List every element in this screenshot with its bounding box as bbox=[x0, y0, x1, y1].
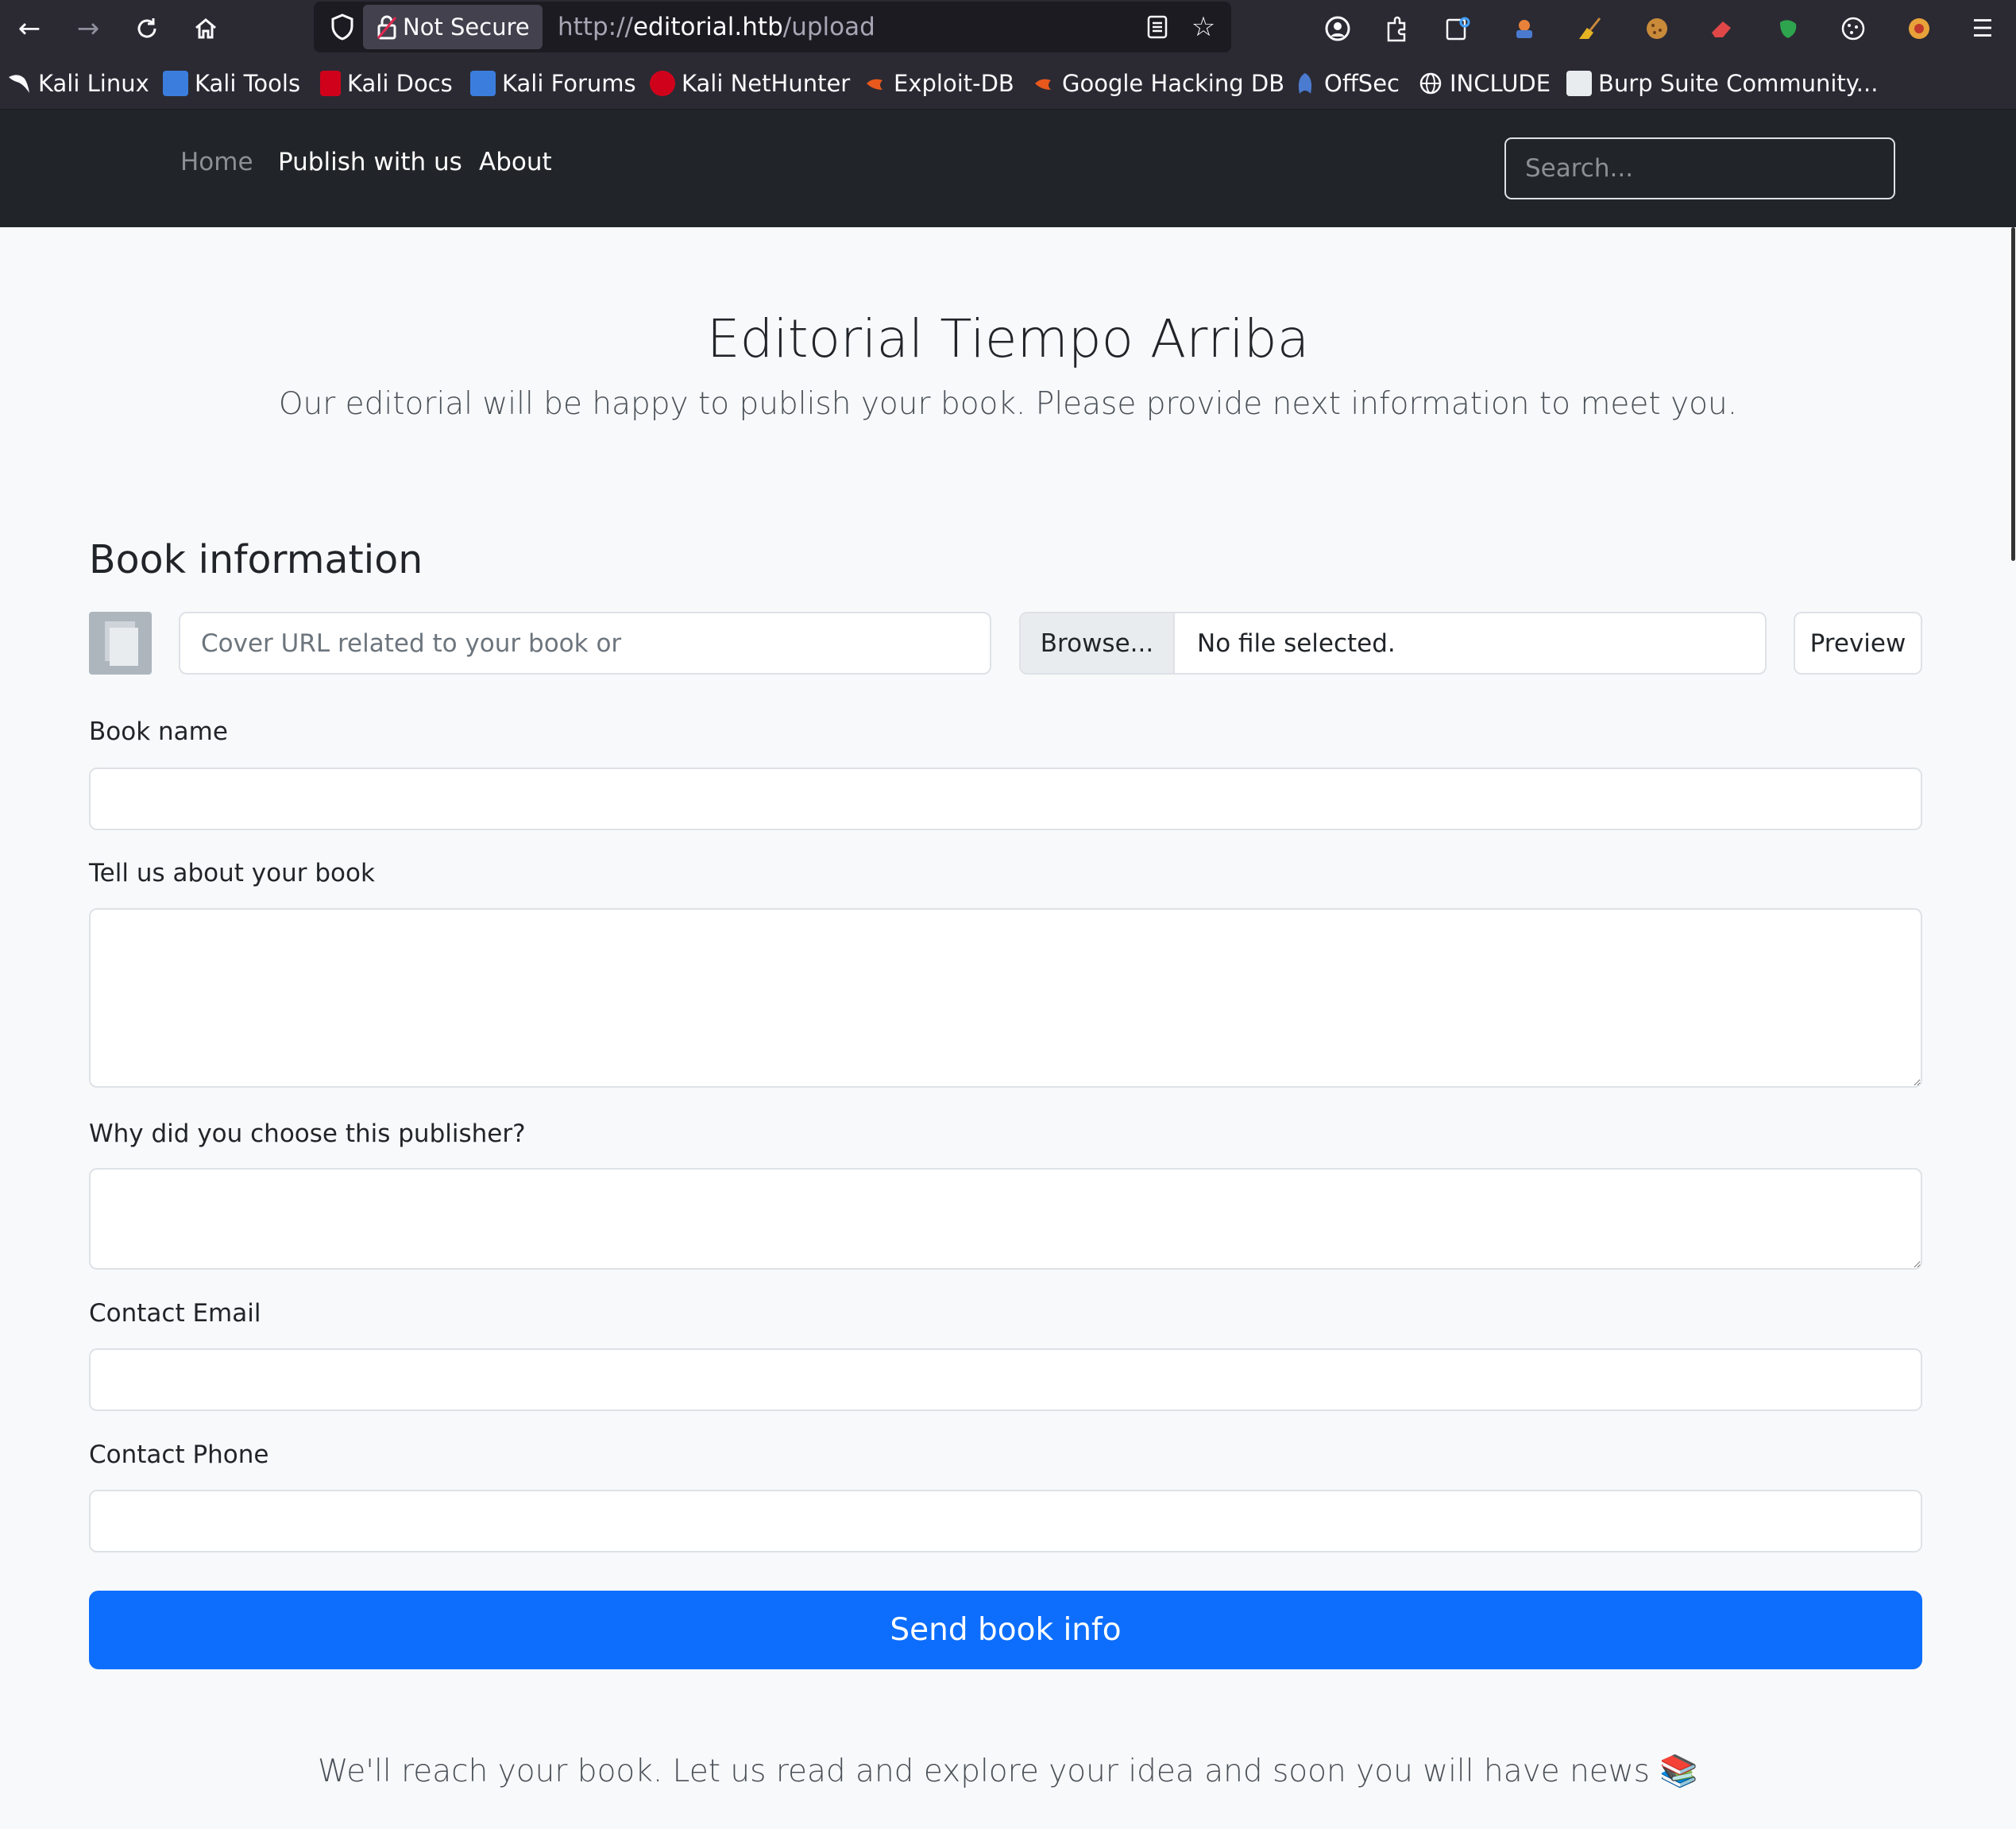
bookmark-kali-docs[interactable]: Kali Docs bbox=[320, 67, 453, 100]
cookie-editor-icon[interactable] bbox=[1833, 8, 1874, 49]
url-path: /upload bbox=[782, 13, 875, 41]
url-scheme: http:// bbox=[558, 13, 633, 41]
kali-docs-icon bbox=[320, 71, 341, 96]
bookmark-kali-nethunter[interactable]: Kali NetHunter bbox=[650, 67, 850, 100]
eraser-icon[interactable] bbox=[1701, 8, 1743, 49]
why-publisher-label: Why did you choose this publisher? bbox=[89, 1119, 526, 1148]
site-navbar: Home Publish with us About bbox=[0, 110, 2016, 227]
account-icon[interactable] bbox=[1317, 8, 1358, 49]
file-status-text: No file selected. bbox=[1197, 628, 1396, 658]
shield-icon[interactable] bbox=[325, 10, 360, 44]
bookmark-include[interactable]: INCLUDE bbox=[1418, 67, 1551, 100]
cover-url-input[interactable] bbox=[179, 612, 991, 675]
contact-email-label: Contact Email bbox=[89, 1299, 261, 1328]
bookmark-kali-linux[interactable]: Kali Linux bbox=[6, 67, 149, 100]
kali-tools-icon bbox=[163, 71, 188, 96]
bookmark-kali-tools[interactable]: Kali Tools bbox=[163, 67, 300, 100]
offsec-icon bbox=[1292, 71, 1318, 96]
forward-arrow-icon[interactable]: → bbox=[68, 10, 108, 48]
contact-email-input[interactable] bbox=[89, 1348, 1922, 1411]
kali-forums-icon bbox=[470, 71, 496, 96]
section-title: Book information bbox=[89, 537, 423, 582]
bookmark-label: OffSec bbox=[1324, 70, 1400, 97]
bookmark-label: Google Hacking DB bbox=[1062, 70, 1285, 97]
preview-button[interactable]: Preview bbox=[1794, 612, 1922, 675]
why-publisher-textarea[interactable] bbox=[89, 1168, 1922, 1270]
wappalyzer-icon[interactable] bbox=[1767, 8, 1809, 49]
nethunter-icon bbox=[650, 71, 675, 96]
bookmark-label: INCLUDE bbox=[1450, 70, 1551, 97]
book-about-textarea[interactable] bbox=[89, 908, 1922, 1088]
not-secure-badge[interactable]: Not Secure bbox=[363, 5, 543, 49]
bookmark-burp-suite[interactable]: Burp Suite Community... bbox=[1566, 67, 1878, 100]
search-input[interactable] bbox=[1504, 137, 1895, 199]
contact-phone-input[interactable] bbox=[89, 1490, 1922, 1553]
broom-icon[interactable] bbox=[1569, 8, 1610, 49]
page-subtitle: Our editorial will be happy to publish y… bbox=[278, 386, 1738, 422]
cover-preview-image bbox=[89, 612, 152, 675]
bookmark-star-icon[interactable]: ☆ bbox=[1186, 10, 1221, 44]
kali-dragon-icon bbox=[6, 71, 32, 96]
bookmark-label: Exploit-DB bbox=[894, 70, 1014, 97]
back-arrow-icon[interactable]: ← bbox=[10, 10, 49, 48]
burp-icon bbox=[1566, 71, 1592, 96]
foxyproxy-icon[interactable] bbox=[1504, 8, 1545, 49]
bookmark-label: Burp Suite Community... bbox=[1598, 70, 1879, 97]
bookmark-label: Kali Linux bbox=[38, 70, 149, 97]
contact-phone-label: Contact Phone bbox=[89, 1440, 269, 1469]
browse-button[interactable]: Browse... bbox=[1021, 613, 1175, 673]
book-about-label: Tell us about your book bbox=[89, 859, 375, 887]
insecure-lock-icon bbox=[371, 14, 403, 40]
bookmark-kali-forums[interactable]: Kali Forums bbox=[470, 67, 636, 100]
send-book-info-button[interactable]: Send book info bbox=[89, 1591, 1922, 1669]
url-host: editorial.htb bbox=[632, 13, 783, 41]
reload-icon[interactable] bbox=[127, 10, 167, 48]
cookie-icon[interactable] bbox=[1636, 8, 1678, 49]
browser-toolbar: ← → Not Secure http://editorial.htb/uplo… bbox=[0, 0, 2016, 57]
bookmark-label: Kali Docs bbox=[347, 70, 453, 97]
exploit-db-icon bbox=[862, 71, 887, 96]
url-bar[interactable]: Not Secure http://editorial.htb/upload ☆ bbox=[314, 2, 1231, 52]
page-scrollbar[interactable] bbox=[2010, 227, 2016, 1829]
home-icon[interactable] bbox=[186, 10, 226, 48]
hackbar-icon[interactable] bbox=[1898, 8, 1940, 49]
bookmark-offsec[interactable]: OffSec bbox=[1292, 67, 1400, 100]
screenshot-search-icon[interactable] bbox=[1438, 8, 1479, 49]
bookmark-ghdb[interactable]: Google Hacking DB bbox=[1030, 67, 1284, 100]
footer-note: We'll reach your book. Let us read and e… bbox=[318, 1754, 1698, 1789]
bookmark-exploit-db[interactable]: Exploit-DB bbox=[862, 67, 1014, 100]
placeholder-page-icon bbox=[110, 628, 138, 666]
not-secure-label: Not Secure bbox=[403, 14, 530, 41]
nav-about-link[interactable]: About bbox=[479, 148, 552, 176]
bookmark-label: Kali NetHunter bbox=[682, 70, 851, 97]
reader-view-icon[interactable] bbox=[1140, 10, 1175, 44]
extensions-icon[interactable] bbox=[1377, 8, 1418, 49]
url-text[interactable]: http://editorial.htb/upload bbox=[558, 2, 875, 52]
bookmark-label: Kali Forums bbox=[502, 70, 636, 97]
globe-icon bbox=[1418, 71, 1443, 96]
book-name-input[interactable] bbox=[89, 768, 1922, 830]
bookmarks-bar: Kali Linux Kali Tools Kali Docs Kali For… bbox=[0, 57, 2016, 110]
file-upload-input[interactable]: Browse... No file selected. bbox=[1019, 612, 1767, 675]
ghdb-icon bbox=[1030, 71, 1056, 96]
nav-home-link[interactable]: Home bbox=[180, 148, 253, 176]
menu-hamburger-icon[interactable]: ☰ bbox=[1962, 8, 2003, 49]
book-name-label: Book name bbox=[89, 717, 228, 746]
bookmark-label: Kali Tools bbox=[195, 70, 301, 97]
page-content: Home Publish with us About Editorial Tie… bbox=[0, 110, 2016, 1829]
nav-publish-link[interactable]: Publish with us bbox=[278, 148, 462, 176]
page-title: Editorial Tiempo Arriba bbox=[706, 308, 1310, 369]
